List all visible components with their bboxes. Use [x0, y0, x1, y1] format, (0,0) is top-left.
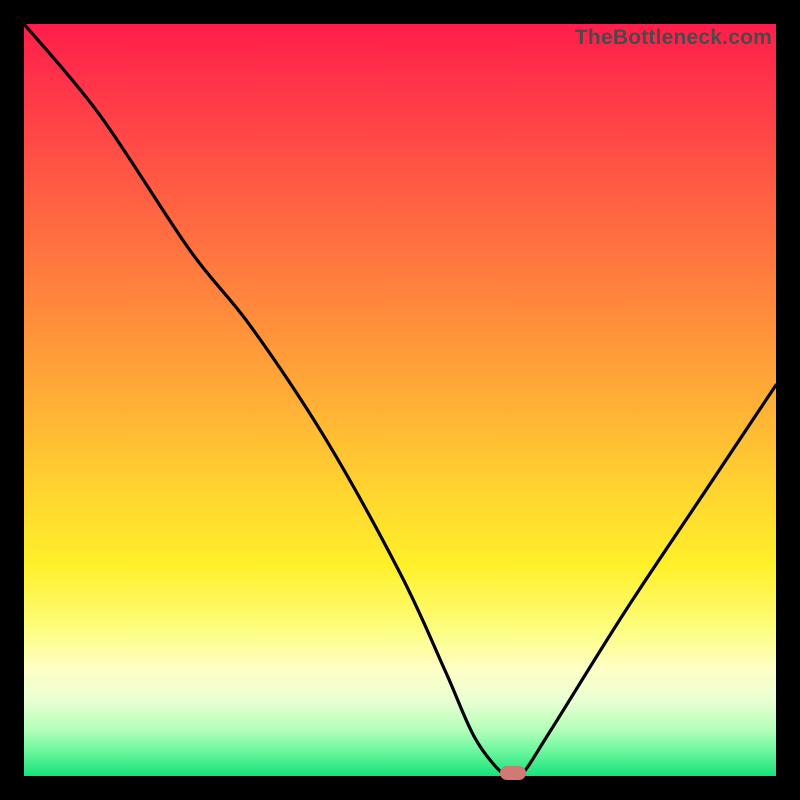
- plot-area: [24, 24, 776, 776]
- watermark-text: TheBottleneck.com: [575, 26, 772, 50]
- optimal-marker: [500, 766, 526, 780]
- chart-frame: TheBottleneck.com: [0, 0, 800, 800]
- bottleneck-curve: [24, 24, 776, 776]
